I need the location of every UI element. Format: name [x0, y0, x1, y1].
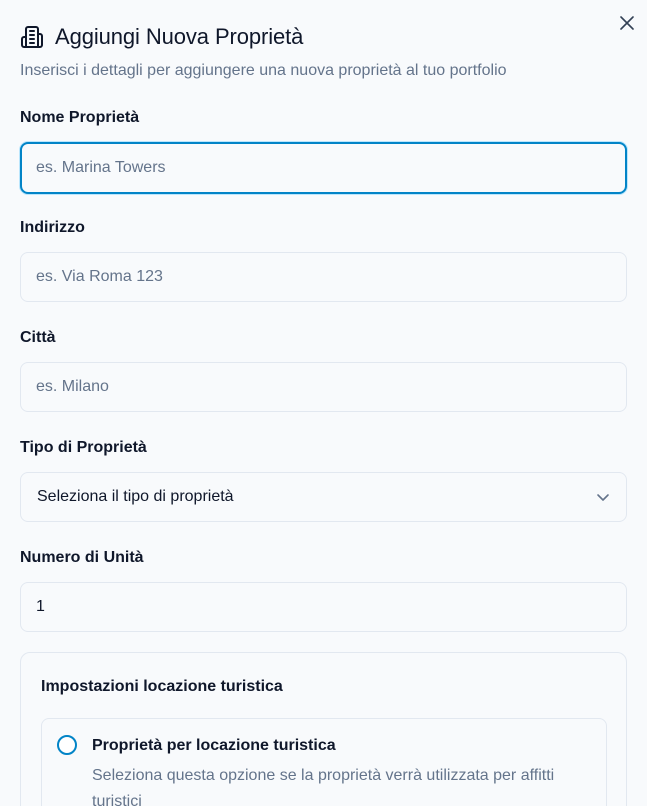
- property-name-input[interactable]: [20, 142, 627, 194]
- property-type-label: Tipo di Proprietà: [20, 439, 147, 456]
- property-name-label: Nome Proprietà: [20, 109, 140, 126]
- chevron-down-icon: [597, 494, 609, 501]
- tourist-settings-title: Impostazioni locazione turistica: [41, 678, 283, 695]
- address-label: Indirizzo: [20, 219, 85, 236]
- tourist-rental-option-label: Proprietà per locazione turistica: [92, 737, 336, 754]
- tourist-rental-option-description: Seleziona questa opzione se la proprietà…: [92, 767, 555, 806]
- city-label: Città: [20, 329, 56, 346]
- address-input[interactable]: [20, 252, 627, 302]
- units-input[interactable]: [20, 582, 627, 632]
- units-label: Numero di Unità: [20, 549, 144, 566]
- tourist-rental-radio[interactable]: [57, 735, 77, 755]
- tourist-rental-option[interactable]: Proprietà per locazione turistica Selezi…: [41, 718, 607, 806]
- city-input[interactable]: [20, 362, 627, 412]
- dialog-title: Aggiungi Nuova Proprietà: [55, 24, 304, 49]
- tourist-settings-panel: Impostazioni locazione turistica Proprie…: [20, 652, 627, 806]
- add-property-dialog: Aggiungi Nuova Proprietà Inserisci i det…: [0, 0, 647, 806]
- property-type-select[interactable]: Seleziona il tipo di proprietà: [20, 472, 627, 522]
- close-icon[interactable]: [616, 12, 638, 34]
- dialog-subtitle: Inserisci i dettagli per aggiungere una …: [20, 62, 507, 79]
- dialog-header: Aggiungi Nuova Proprietà: [20, 24, 303, 50]
- property-type-selected-value: Seleziona il tipo di proprietà: [37, 488, 234, 505]
- building-icon: [21, 26, 43, 48]
